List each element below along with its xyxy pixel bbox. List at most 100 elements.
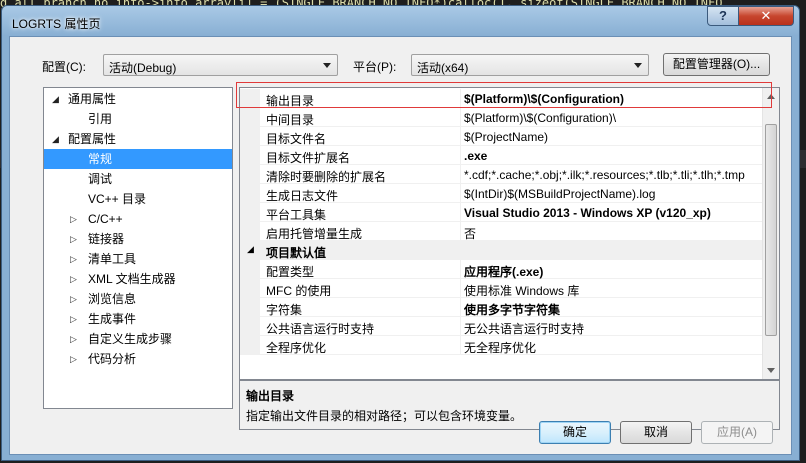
- dialog-client-area: 配置(C): 活动(Debug) 平台(P): 活动(x64) 配置管理器(O)…: [9, 36, 792, 455]
- property-row[interactable]: 启用托管增量生成 否: [240, 222, 762, 241]
- property-value[interactable]: $(ProjectName): [464, 130, 760, 144]
- tree-item[interactable]: ▷ 自定义生成步骤: [44, 329, 232, 349]
- property-row[interactable]: MFC 的使用 使用标准 Windows 库: [240, 279, 762, 298]
- help-button[interactable]: ?: [707, 6, 739, 26]
- property-row[interactable]: 输出目录 $(Platform)\$(Configuration): [240, 89, 762, 108]
- configuration-manager-button[interactable]: 配置管理器(O)...: [663, 53, 770, 76]
- property-name: 公共语言运行时支持: [266, 322, 375, 336]
- collapsed-icon[interactable]: ▷: [70, 249, 77, 269]
- row-gutter: [240, 165, 260, 184]
- title-bar[interactable]: LOGRTS 属性页: [2, 6, 799, 36]
- property-row[interactable]: 生成日志文件 $(IntDir)$(MSBuildProjectName).log: [240, 184, 762, 203]
- scroll-up-icon[interactable]: [767, 94, 775, 99]
- tree-item[interactable]: ▷ 浏览信息: [44, 289, 232, 309]
- property-row[interactable]: 公共语言运行时支持 无公共语言运行时支持: [240, 317, 762, 336]
- property-row[interactable]: 平台工具集 Visual Studio 2013 - Windows XP (v1…: [240, 203, 762, 222]
- collapsed-icon[interactable]: ▷: [70, 289, 77, 309]
- property-name: 清除时要删除的扩展名: [266, 170, 387, 184]
- tree-item[interactable]: ▷ 链接器: [44, 229, 232, 249]
- tree-item[interactable]: ▷ 清单工具: [44, 249, 232, 269]
- tree-item[interactable]: VC++ 目录: [44, 189, 232, 209]
- expanded-icon[interactable]: ◢: [247, 244, 254, 255]
- property-value[interactable]: 使用标准 Windows 库: [464, 282, 760, 299]
- expanded-icon[interactable]: ◢: [52, 89, 59, 109]
- property-row[interactable]: 中间目录 $(Platform)\$(Configuration)\: [240, 108, 762, 127]
- property-value[interactable]: $(Platform)\$(Configuration): [464, 92, 760, 106]
- tree-item[interactable]: ▷ XML 文档生成器: [44, 269, 232, 289]
- tree-item[interactable]: ◢ 通用属性: [44, 89, 232, 109]
- property-row[interactable]: 全程序优化 无全程序优化: [240, 336, 762, 355]
- property-row[interactable]: 目标文件扩展名 .exe: [240, 146, 762, 165]
- collapsed-icon[interactable]: ▷: [70, 309, 77, 329]
- collapsed-icon[interactable]: ▷: [70, 229, 77, 249]
- property-value[interactable]: 应用程序(.exe): [464, 263, 760, 280]
- apply-button[interactable]: 应用(A): [701, 421, 773, 444]
- property-row[interactable]: 清除时要删除的扩展名 *.cdf;*.cache;*.obj;*.ilk;*.re…: [240, 165, 762, 184]
- tree-item-label: 引用: [88, 112, 113, 126]
- expanded-icon[interactable]: ◢: [52, 129, 59, 149]
- config-combobox[interactable]: 活动(Debug): [103, 54, 338, 76]
- property-name: 项目默认值: [266, 246, 327, 260]
- close-icon: ✕: [760, 8, 772, 23]
- property-name: 输出目录: [266, 94, 315, 108]
- config-label: 配置(C):: [42, 60, 86, 74]
- tree-item-label: XML 文档生成器: [88, 272, 176, 286]
- property-row[interactable]: 配置类型 应用程序(.exe): [240, 260, 762, 279]
- property-value[interactable]: Visual Studio 2013 - Windows XP (v120_xp…: [464, 206, 760, 220]
- property-grid[interactable]: 全程序优化 无全程序优化 公共语言运行时支持 无公共语言运行时支持 字符集 使用多字节字符…: [239, 87, 780, 380]
- property-name: 启用托管增量生成: [266, 227, 363, 241]
- collapsed-icon[interactable]: ▷: [70, 269, 77, 289]
- config-value: 活动(Debug): [109, 61, 177, 75]
- tree-item[interactable]: 常规: [44, 149, 232, 169]
- property-value[interactable]: .exe: [464, 149, 760, 163]
- property-name: MFC 的使用: [266, 284, 332, 298]
- property-value[interactable]: *.cdf;*.cache;*.obj;*.ilk;*.resources;*.…: [464, 168, 760, 182]
- column-divider: [460, 336, 461, 355]
- tree-item[interactable]: 调试: [44, 169, 232, 189]
- cancel-button[interactable]: 取消: [620, 421, 692, 444]
- property-name: 字符集: [266, 303, 303, 317]
- column-divider: [460, 222, 461, 241]
- tree-item[interactable]: ◢ 配置属性: [44, 129, 232, 149]
- property-row[interactable]: 目标文件名 $(ProjectName): [240, 127, 762, 146]
- column-divider: [460, 184, 461, 203]
- property-category[interactable]: ◢ 项目默认值: [240, 241, 762, 260]
- tree-item[interactable]: ▷ 代码分析: [44, 349, 232, 369]
- property-value[interactable]: $(Platform)\$(Configuration)\: [464, 111, 760, 125]
- tree-item[interactable]: ▷ C/C++: [44, 209, 232, 229]
- tree-item-label: C/C++: [88, 212, 123, 226]
- property-value[interactable]: 无公共语言运行时支持: [464, 320, 760, 337]
- tree-item[interactable]: ▷ 生成事件: [44, 309, 232, 329]
- property-value[interactable]: 无全程序优化: [464, 339, 760, 356]
- column-divider: [460, 298, 461, 317]
- platform-combobox[interactable]: 活动(x64): [411, 54, 649, 76]
- property-row[interactable]: 字符集 使用多字节字符集: [240, 298, 762, 317]
- ok-button[interactable]: 确定: [539, 421, 611, 444]
- description-panel: 输出目录 指定输出文件目录的相对路径；可以包含环境变量。: [239, 380, 780, 430]
- scroll-down-icon[interactable]: [767, 368, 775, 373]
- property-name: 目标文件扩展名: [266, 151, 351, 165]
- vertical-scrollbar[interactable]: [762, 88, 779, 379]
- chevron-down-icon: [634, 63, 642, 68]
- collapsed-icon[interactable]: ▷: [70, 209, 77, 229]
- column-divider: [460, 260, 461, 279]
- row-gutter: [240, 184, 260, 203]
- property-name: 平台工具集: [266, 208, 327, 222]
- tree-item[interactable]: 引用: [44, 109, 232, 129]
- row-gutter: [240, 336, 260, 355]
- property-value[interactable]: 使用多字节字符集: [464, 301, 760, 318]
- scroll-thumb[interactable]: [765, 124, 777, 336]
- row-gutter: [240, 279, 260, 298]
- property-tree[interactable]: ◢ 通用属性 引用 ◢ 配置属性 常规 调试 VC++ 目录 ▷ C/C++ ▷ 链接器 ▷ 清单工具 ▷ X…: [43, 87, 233, 409]
- row-gutter: [240, 260, 260, 279]
- property-value[interactable]: 否: [464, 225, 760, 242]
- property-value[interactable]: $(IntDir)$(MSBuildProjectName).log: [464, 187, 760, 201]
- column-divider: [460, 165, 461, 184]
- close-button[interactable]: ✕: [738, 6, 794, 26]
- chevron-down-icon: [323, 63, 331, 68]
- property-name: 全程序优化: [266, 341, 327, 355]
- collapsed-icon[interactable]: ▷: [70, 349, 77, 369]
- tree-item-label: VC++ 目录: [88, 192, 147, 206]
- row-gutter: [240, 108, 260, 127]
- collapsed-icon[interactable]: ▷: [70, 329, 77, 349]
